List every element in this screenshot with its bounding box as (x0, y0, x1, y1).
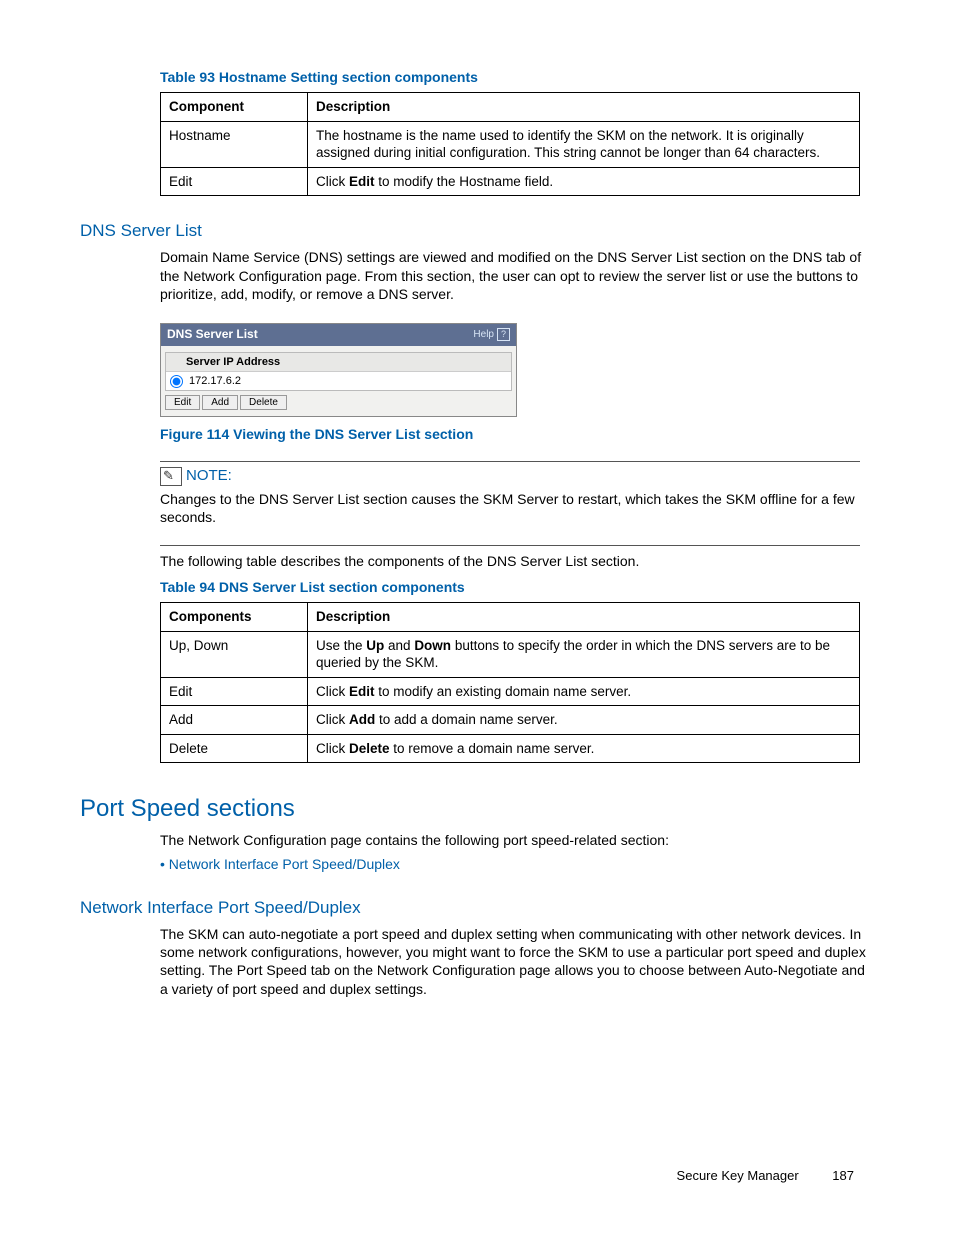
dns-lead-para: The following table describes the compon… (160, 552, 874, 570)
table-row: Hostname The hostname is the name used t… (161, 121, 860, 167)
note-body: Changes to the DNS Server List section c… (160, 490, 874, 526)
port-speed-sub-heading: Network Interface Port Speed/Duplex (80, 897, 874, 919)
note-label: ✎NOTE: (160, 466, 874, 486)
table-93-h2: Description (308, 93, 860, 122)
dns-server-list-panel: DNS Server List Help ? Server IP Address… (160, 323, 517, 417)
dns-row-radio[interactable] (170, 375, 183, 388)
dns-row[interactable]: 172.17.6.2 (166, 372, 511, 390)
table-94: Components Description Up, Down Use the … (160, 602, 860, 763)
edit-button[interactable]: Edit (165, 395, 200, 410)
table-94-h1: Components (161, 603, 308, 632)
table-93-caption: Table 93 Hostname Setting section compon… (160, 68, 874, 86)
table-row: Add Click Add to add a domain name serve… (161, 706, 860, 735)
dns-col-header: Server IP Address (166, 353, 511, 372)
add-button[interactable]: Add (202, 395, 238, 410)
page-number: 187 (832, 1168, 854, 1183)
note-divider-bottom (160, 545, 860, 546)
port-speed-link[interactable]: Network Interface Port Speed/Duplex (169, 856, 400, 872)
dns-row-ip: 172.17.6.2 (189, 374, 241, 388)
note-icon: ✎ (160, 467, 182, 486)
dns-paragraph: Domain Name Service (DNS) settings are v… (160, 248, 874, 303)
help-link[interactable]: Help ? (473, 328, 510, 341)
dns-panel-title: DNS Server List (167, 327, 258, 343)
table-94-h2: Description (308, 603, 860, 632)
dns-heading: DNS Server List (80, 220, 874, 242)
table-93: Component Description Hostname The hostn… (160, 92, 860, 196)
table-row: Delete Click Delete to remove a domain n… (161, 734, 860, 763)
port-speed-heading: Port Speed sections (80, 793, 874, 824)
page-footer: Secure Key Manager 187 (80, 1168, 874, 1185)
footer-title: Secure Key Manager (677, 1168, 799, 1183)
table-row: Edit Click Edit to modify an existing do… (161, 677, 860, 706)
table-93-h1: Component (161, 93, 308, 122)
delete-button[interactable]: Delete (240, 395, 287, 410)
port-speed-para: The Network Configuration page contains … (160, 831, 874, 849)
note-divider-top (160, 461, 860, 462)
table-row: Edit Click Edit to modify the Hostname f… (161, 167, 860, 196)
dns-panel-titlebar: DNS Server List Help ? (161, 324, 516, 346)
port-speed-sub-para: The SKM can auto-negotiate a port speed … (160, 925, 874, 998)
figure-114-caption: Figure 114 Viewing the DNS Server List s… (160, 425, 874, 443)
list-item: Network Interface Port Speed/Duplex (160, 855, 874, 873)
table-94-caption: Table 94 DNS Server List section compone… (160, 578, 874, 596)
help-icon: ? (497, 328, 510, 341)
table-row: Up, Down Use the Up and Down buttons to … (161, 631, 860, 677)
